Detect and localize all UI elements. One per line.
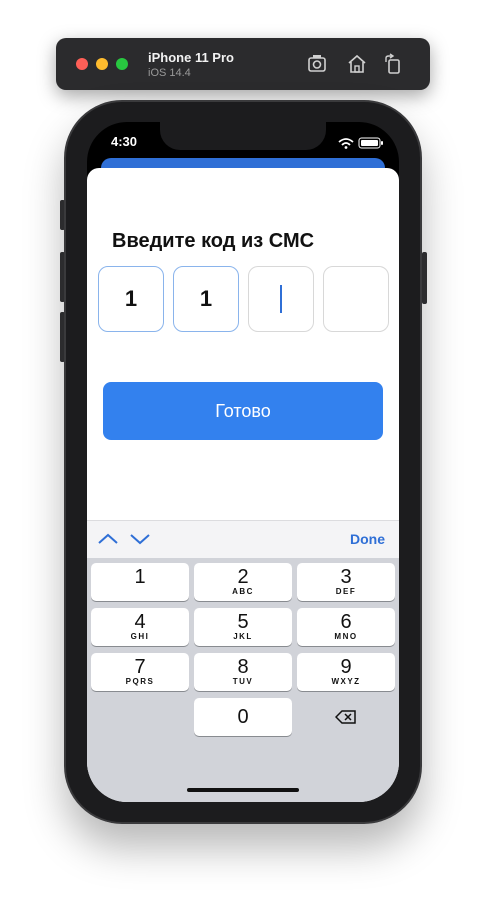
power-button [422,252,427,304]
otp-digit-3[interactable] [248,266,314,332]
close-window-button[interactable] [76,58,88,70]
screenshot-icon[interactable] [306,52,330,76]
otp-digit-2[interactable]: 1 [173,266,239,332]
key-4[interactable]: 4 GHI [91,608,189,646]
device-name: iPhone 11 Pro [148,50,234,65]
wifi-icon [338,138,354,149]
os-version: iOS 14.4 [148,67,191,79]
home-icon[interactable] [345,52,369,76]
chevron-down-icon[interactable] [129,531,151,547]
key-0[interactable]: 0 [194,698,292,736]
number-pad: 1 2 ABC 3 DEF 4 GHI 5 JKL 6 MNO 7 PQRS 8 TUV 9W… [87,558,399,802]
key-5[interactable]: 5 JKL [194,608,292,646]
backspace-icon[interactable] [297,698,395,736]
text-cursor [280,285,282,313]
key-2[interactable]: 2 ABC [194,563,292,601]
key-3[interactable]: 3 DEF [297,563,395,601]
status-time: 4:30 [111,134,138,149]
key-1[interactable]: 1 [91,563,189,601]
sms-code-sheet: Введите код из СМС 1 1 Готово Done 1 2 AB… [87,168,399,802]
phone-screen: 4:30 Введите код из СМС 1 1 Готово Done … [87,122,399,802]
key-7[interactable]: 7 PQRS [91,653,189,691]
chevron-up-icon[interactable] [97,531,119,547]
simulator-toolbar: iPhone 11 Pro iOS 14.4 [56,38,430,90]
rotate-icon[interactable] [381,52,405,76]
otp-digit-4[interactable] [323,266,389,332]
keyboard-toolbar: Done [87,520,399,558]
submit-button[interactable]: Готово [103,382,383,440]
keyboard-done-button[interactable]: Done [350,531,385,547]
status-icons [335,136,385,149]
key-8[interactable]: 8 TUV [194,653,292,691]
otp-digit-1[interactable]: 1 [98,266,164,332]
minimize-window-button[interactable] [96,58,108,70]
key-6[interactable]: 6 MNO [297,608,395,646]
zoom-window-button[interactable] [116,58,128,70]
page-title: Введите код из СМС [112,230,315,252]
home-indicator [187,788,299,792]
key-9[interactable]: 9 WXYZ [297,653,395,691]
battery-icon [358,137,383,149]
notch [160,122,326,150]
